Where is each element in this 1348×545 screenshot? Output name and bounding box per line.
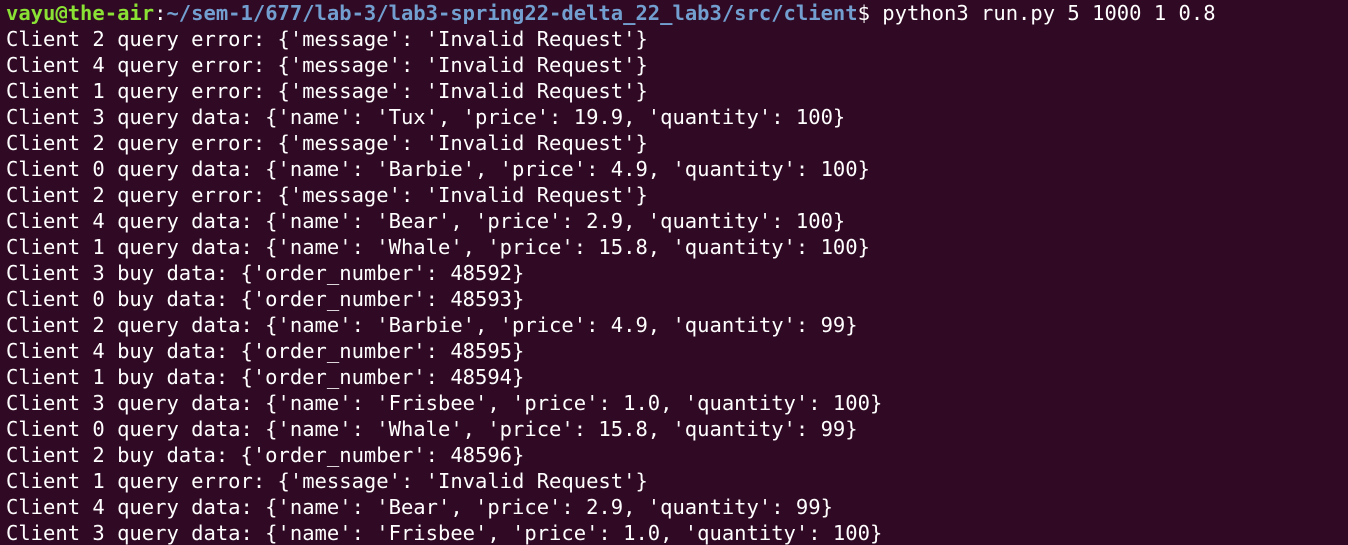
prompt-separator: : (154, 1, 167, 25)
command-text: python3 run.py 5 1000 1 0.8 (869, 1, 1216, 25)
prompt-user-host: vayu@the-air (6, 1, 155, 25)
output-line: Client 0 buy data: {'order_number': 4859… (6, 287, 525, 311)
output-line: Client 1 query error: {'message': 'Inval… (6, 469, 648, 493)
output-line: Client 1 query data: {'name': 'Whale', '… (6, 235, 870, 259)
output-line: Client 4 query data: {'name': 'Bear', 'p… (6, 495, 833, 519)
prompt-symbol: $ (857, 1, 870, 25)
output-line: Client 4 query data: {'name': 'Bear', 'p… (6, 209, 846, 233)
output-line: Client 2 query error: {'message': 'Inval… (6, 131, 648, 155)
output-line: Client 2 query data: {'name': 'Barbie', … (6, 313, 858, 337)
output-line: Client 3 buy data: {'order_number': 4859… (6, 261, 525, 285)
output-line: Client 0 query data: {'name': 'Barbie', … (6, 157, 870, 181)
output-line: Client 0 query data: {'name': 'Whale', '… (6, 417, 858, 441)
output-line: Client 3 query data: {'name': 'Frisbee',… (6, 391, 883, 415)
output-line: Client 2 query error: {'message': 'Inval… (6, 183, 648, 207)
output-line: Client 1 query error: {'message': 'Inval… (6, 79, 648, 103)
output-line: Client 3 query data: {'name': 'Tux', 'pr… (6, 105, 846, 129)
output-line: Client 2 query error: {'message': 'Inval… (6, 27, 648, 51)
output-line: Client 4 query error: {'message': 'Inval… (6, 53, 648, 77)
output-line: Client 4 buy data: {'order_number': 4859… (6, 339, 525, 363)
output-line: Client 1 buy data: {'order_number': 4859… (6, 365, 525, 389)
prompt-line: vayu@the-air:~/sem-1/677/lab-3/lab3-spri… (6, 0, 1348, 26)
output-line: Client 3 query data: {'name': 'Frisbee',… (6, 521, 883, 545)
output-line: Client 2 buy data: {'order_number': 4859… (6, 443, 525, 467)
prompt-path: ~/sem-1/677/lab-3/lab3-spring22-delta_22… (166, 1, 858, 25)
terminal-window[interactable]: vayu@the-air:~/sem-1/677/lab-3/lab3-spri… (0, 0, 1348, 545)
